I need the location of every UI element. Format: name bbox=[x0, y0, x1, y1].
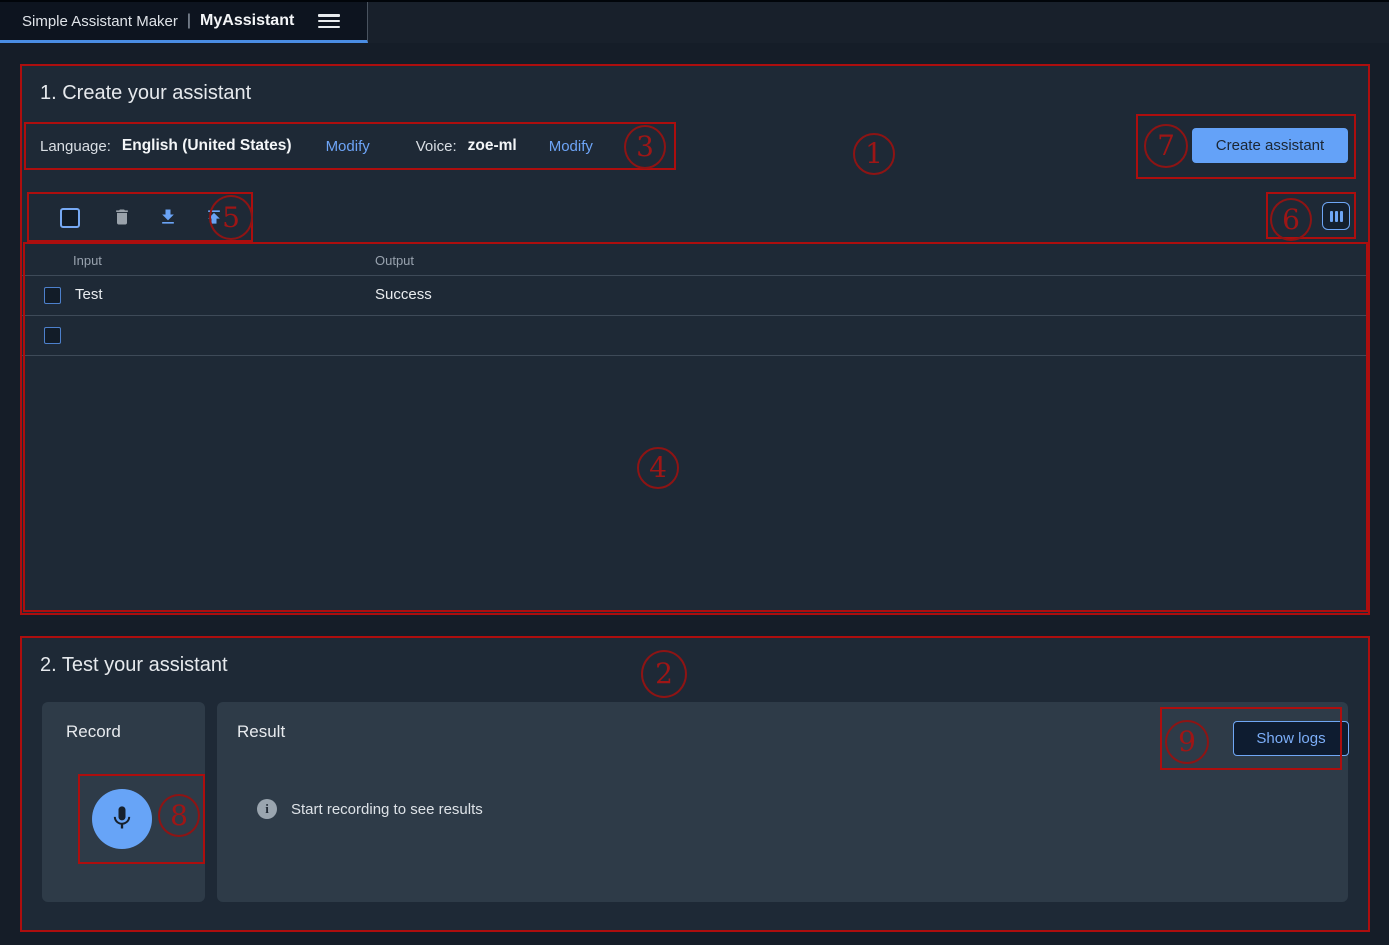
show-logs-button[interactable]: Show logs bbox=[1233, 721, 1349, 756]
result-panel: Result Show logs i Start recording to se… bbox=[217, 702, 1348, 902]
table-header-row: Input Output bbox=[20, 246, 1370, 276]
create-assistant-section: 1. Create your assistant Language: Engli… bbox=[20, 64, 1370, 614]
modify-voice-link[interactable]: Modify bbox=[549, 138, 593, 155]
section1-title: 1. Create your assistant bbox=[40, 82, 251, 105]
examples-toolbar bbox=[20, 192, 1370, 242]
select-all-checkbox[interactable] bbox=[60, 208, 80, 228]
language-label: Language: bbox=[40, 138, 111, 155]
assistant-name: MyAssistant bbox=[200, 12, 294, 30]
result-empty-state: i Start recording to see results bbox=[257, 799, 483, 819]
assistant-tab[interactable]: Simple Assistant Maker | MyAssistant bbox=[0, 2, 368, 43]
result-panel-title: Result bbox=[237, 722, 285, 742]
table-row: Test Success bbox=[20, 276, 1370, 316]
columns-button[interactable] bbox=[1322, 202, 1350, 230]
hamburger-menu-icon[interactable] bbox=[318, 14, 340, 28]
app-screen: Simple Assistant Maker | MyAssistant 1. … bbox=[0, 0, 1389, 945]
info-icon: i bbox=[257, 799, 277, 819]
download-icon[interactable] bbox=[158, 207, 178, 227]
record-panel: Record bbox=[42, 702, 205, 902]
language-value: English (United States) bbox=[122, 137, 292, 155]
create-assistant-button[interactable]: Create assistant bbox=[1192, 128, 1348, 163]
upload-icon[interactable] bbox=[204, 207, 224, 227]
input-cell[interactable]: Test bbox=[75, 286, 103, 303]
title-separator: | bbox=[187, 12, 191, 30]
empty-state-text: Start recording to see results bbox=[291, 801, 483, 818]
output-cell[interactable]: Success bbox=[375, 286, 432, 303]
row-checkbox[interactable] bbox=[44, 327, 61, 344]
table-row bbox=[20, 316, 1370, 356]
column-header-input: Input bbox=[73, 253, 102, 268]
record-button[interactable] bbox=[92, 789, 152, 849]
test-assistant-section: 2. Test your assistant Record Result Sho… bbox=[20, 636, 1370, 932]
section2-title: 2. Test your assistant bbox=[40, 654, 228, 677]
record-panel-title: Record bbox=[66, 722, 121, 742]
modify-language-link[interactable]: Modify bbox=[326, 138, 370, 155]
column-header-output: Output bbox=[375, 253, 414, 268]
app-title: Simple Assistant Maker bbox=[22, 13, 178, 30]
microphone-icon bbox=[108, 804, 136, 835]
voice-value: zoe-ml bbox=[468, 137, 517, 155]
row-checkbox[interactable] bbox=[44, 287, 61, 304]
delete-icon[interactable] bbox=[112, 207, 132, 227]
language-voice-row: Language: English (United States) Modify… bbox=[40, 122, 593, 170]
examples-table: Input Output Test Success bbox=[20, 246, 1370, 356]
columns-icon bbox=[1330, 211, 1333, 222]
voice-label: Voice: bbox=[416, 138, 457, 155]
top-bar: Simple Assistant Maker | MyAssistant bbox=[0, 2, 1389, 43]
